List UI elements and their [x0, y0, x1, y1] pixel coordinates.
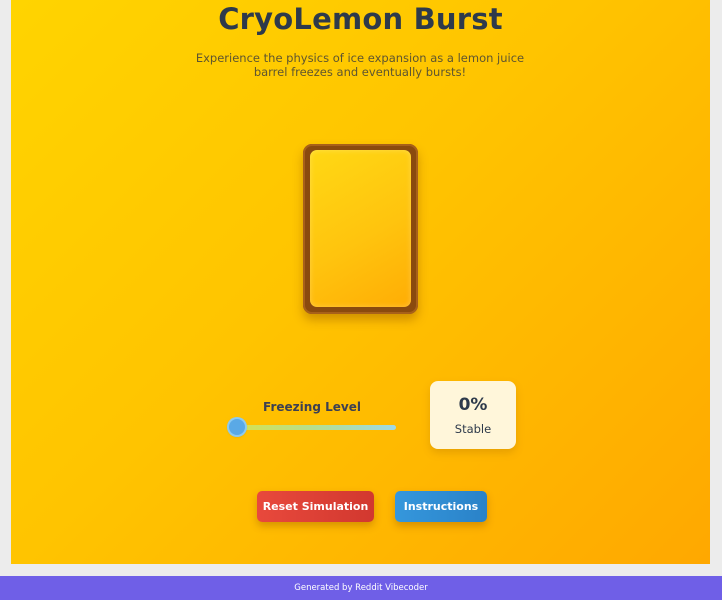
reset-simulation-button[interactable]: Reset Simulation — [257, 491, 374, 522]
freezing-level-label: Freezing Level — [263, 400, 361, 414]
lemon-juice-fill — [310, 150, 411, 307]
lemon-barrel — [303, 144, 418, 314]
page-subtitle: Experience the physics of ice expansion … — [195, 51, 525, 79]
app-panel: CryoLemon Burst Experience the physics o… — [11, 0, 710, 564]
footer-text: Generated by Reddit Vibecoder — [294, 583, 428, 593]
page-title: CryoLemon Burst — [218, 2, 503, 36]
footer-bar: Generated by Reddit Vibecoder — [0, 576, 722, 600]
freezing-level-control: Freezing Level — [227, 398, 397, 438]
status-state: Stable — [454, 422, 492, 436]
status-card: 0% Stable — [430, 381, 516, 449]
freezing-level-slider-track[interactable] — [231, 425, 396, 430]
status-percent: 0% — [458, 395, 488, 415]
instructions-button[interactable]: Instructions — [395, 491, 487, 522]
freezing-level-slider-thumb[interactable] — [229, 419, 245, 435]
